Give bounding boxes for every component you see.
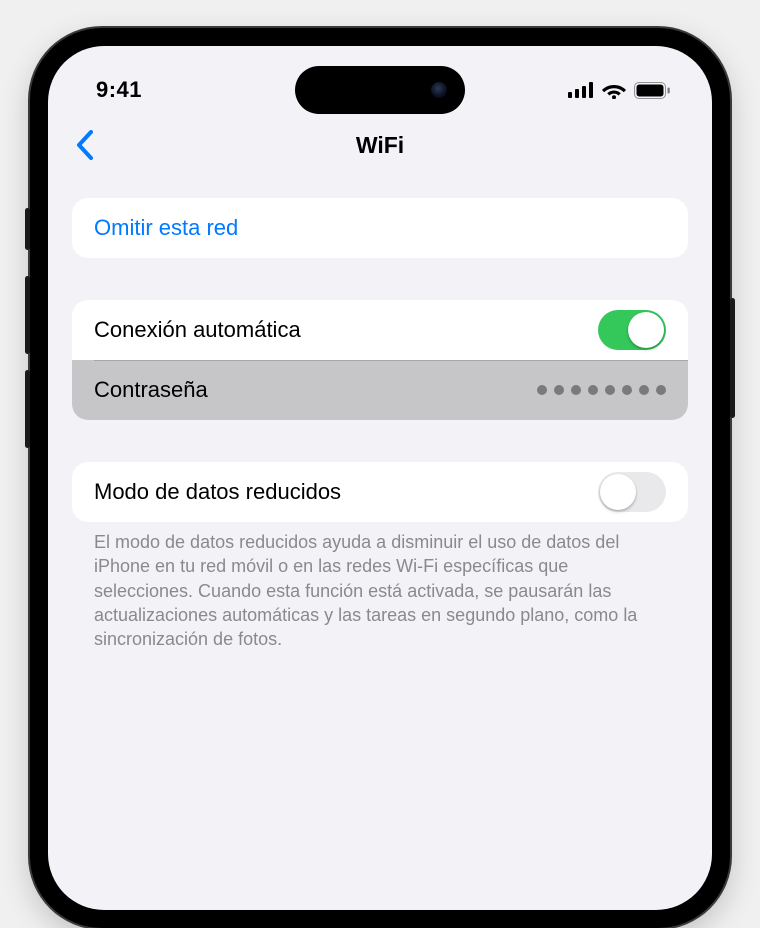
toggle-knob	[600, 474, 636, 510]
low-data-toggle[interactable]	[598, 472, 666, 512]
screen: 9:41	[48, 46, 712, 910]
low-data-label: Modo de datos reducidos	[94, 479, 341, 505]
power-button	[730, 298, 735, 418]
forget-group: Omitir esta red	[72, 198, 688, 258]
wifi-icon	[602, 82, 626, 99]
chevron-left-icon	[76, 130, 93, 160]
cellular-icon	[568, 82, 594, 98]
dynamic-island	[295, 66, 465, 114]
low-data-footer: El modo de datos reducidos ayuda a dismi…	[72, 530, 688, 651]
forget-network-label: Omitir esta red	[94, 215, 238, 241]
back-button[interactable]	[66, 123, 102, 167]
forget-network-button[interactable]: Omitir esta red	[72, 198, 688, 258]
auto-join-label: Conexión automática	[94, 317, 301, 343]
nav-bar: WiFi	[48, 116, 712, 174]
volume-down-button	[25, 370, 30, 448]
toggle-knob	[628, 312, 664, 348]
volume-up-button	[25, 276, 30, 354]
auto-join-toggle[interactable]	[598, 310, 666, 350]
battery-icon	[634, 82, 670, 99]
page-title: WiFi	[356, 132, 404, 159]
low-data-group: Modo de datos reducidos	[72, 462, 688, 522]
password-label: Contraseña	[94, 377, 208, 403]
status-indicators	[568, 82, 670, 99]
password-value	[537, 385, 666, 395]
auto-join-row[interactable]: Conexión automática	[72, 300, 688, 360]
content: Omitir esta red Conexión automática Cont…	[48, 174, 712, 651]
password-row[interactable]: Contraseña	[72, 360, 688, 420]
mute-switch	[25, 208, 30, 250]
iphone-frame: 9:41	[30, 28, 730, 928]
connection-group: Conexión automática Contraseña	[72, 300, 688, 420]
low-data-row[interactable]: Modo de datos reducidos	[72, 462, 688, 522]
front-camera	[431, 82, 447, 98]
status-time: 9:41	[96, 77, 142, 103]
